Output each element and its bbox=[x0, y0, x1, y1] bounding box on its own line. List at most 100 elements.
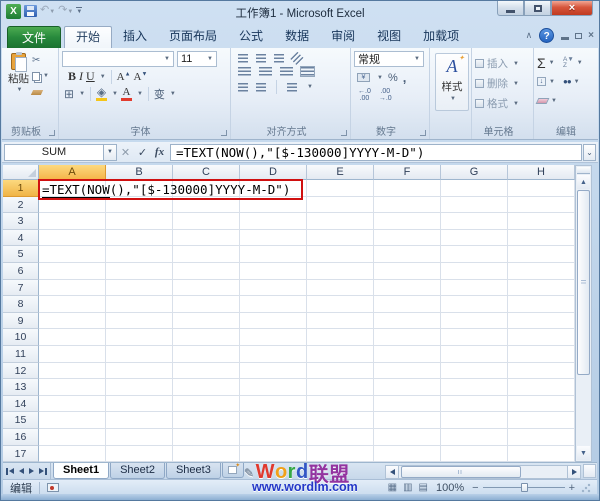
cell-D4[interactable] bbox=[240, 229, 307, 247]
zoom-in-icon[interactable]: + bbox=[569, 482, 575, 493]
bottom-align-icon[interactable] bbox=[274, 54, 284, 63]
cell-H1[interactable] bbox=[508, 180, 575, 197]
cell-A8[interactable] bbox=[39, 296, 106, 313]
cell-H8[interactable] bbox=[508, 296, 575, 313]
name-box-dropdown-icon[interactable]: ▼ bbox=[104, 143, 117, 161]
cell-H14[interactable] bbox=[508, 395, 575, 413]
cell-G5[interactable] bbox=[441, 246, 508, 263]
column-header-E[interactable]: E bbox=[307, 165, 374, 180]
cell-H4[interactable] bbox=[508, 229, 575, 247]
row-header-7[interactable]: 7 bbox=[3, 279, 39, 297]
cell-C9[interactable] bbox=[173, 312, 240, 330]
cell-C6[interactable] bbox=[173, 262, 240, 280]
cell-E7[interactable] bbox=[307, 279, 374, 297]
cell-F11[interactable] bbox=[374, 345, 441, 363]
underline-button[interactable]: U bbox=[86, 69, 95, 84]
cell-styles-button[interactable]: A 样式 ▼ bbox=[435, 53, 469, 111]
cell-E1[interactable] bbox=[307, 180, 374, 197]
ribbon-tab-view[interactable]: 视图 bbox=[366, 26, 412, 48]
cell-G6[interactable] bbox=[441, 262, 508, 280]
fill-button[interactable]: ↓ ▼ bbox=[537, 72, 563, 91]
orientation-icon[interactable] bbox=[290, 51, 304, 66]
ribbon-tab-page-layout[interactable]: 页面布局 bbox=[158, 26, 228, 48]
cell-E3[interactable] bbox=[307, 213, 374, 230]
cell-H17[interactable] bbox=[508, 445, 575, 462]
cell-C13[interactable] bbox=[173, 379, 240, 396]
row-header-3[interactable]: 3 bbox=[3, 213, 39, 230]
row-header-10[interactable]: 10 bbox=[3, 329, 39, 346]
row-header-5[interactable]: 5 bbox=[3, 246, 39, 263]
cell-B16[interactable] bbox=[106, 428, 173, 446]
cell-D9[interactable] bbox=[240, 312, 307, 330]
column-header-D[interactable]: D bbox=[240, 165, 307, 180]
expand-formula-bar-icon[interactable]: ⌄ bbox=[583, 143, 596, 161]
workbook-close-icon[interactable]: × bbox=[588, 30, 594, 41]
file-tab[interactable]: 文件 bbox=[7, 26, 61, 48]
percent-style-button[interactable]: % bbox=[388, 72, 398, 84]
row-header-15[interactable]: 15 bbox=[3, 412, 39, 429]
clipboard-dialog-launcher[interactable] bbox=[49, 130, 55, 136]
column-header-H[interactable]: H bbox=[508, 165, 575, 180]
row-header-14[interactable]: 14 bbox=[3, 395, 39, 413]
row-header-11[interactable]: 11 bbox=[3, 345, 39, 363]
cell-D13[interactable] bbox=[240, 379, 307, 396]
cell-F10[interactable] bbox=[374, 329, 441, 346]
ribbon-tab-data[interactable]: 数据 bbox=[274, 26, 320, 48]
scroll-up-icon[interactable]: ▲ bbox=[577, 175, 590, 189]
cell-F7[interactable] bbox=[374, 279, 441, 297]
row-header-1[interactable]: 1 bbox=[3, 180, 39, 197]
cell-H16[interactable] bbox=[508, 428, 575, 446]
cell-B10[interactable] bbox=[106, 329, 173, 346]
cell-D7[interactable] bbox=[240, 279, 307, 297]
column-header-G[interactable]: G bbox=[441, 165, 508, 180]
cell-B14[interactable] bbox=[106, 395, 173, 413]
bold-button[interactable]: B bbox=[68, 69, 76, 84]
cell-C11[interactable] bbox=[173, 345, 240, 363]
cell-G4[interactable] bbox=[441, 229, 508, 247]
row-header-9[interactable]: 9 bbox=[3, 312, 39, 330]
cell-E8[interactable] bbox=[307, 296, 374, 313]
cell-H7[interactable] bbox=[508, 279, 575, 297]
cell-A7[interactable] bbox=[39, 279, 106, 297]
last-sheet-icon[interactable] bbox=[39, 467, 47, 475]
cell-F13[interactable] bbox=[374, 379, 441, 396]
alignment-dialog-launcher[interactable] bbox=[341, 130, 347, 136]
page-layout-view-icon[interactable]: ▥ bbox=[403, 482, 412, 493]
cell-A6[interactable] bbox=[39, 262, 106, 280]
cell-F6[interactable] bbox=[374, 262, 441, 280]
tab-split-handle[interactable] bbox=[583, 464, 596, 478]
comma-style-button[interactable]: , bbox=[403, 70, 407, 85]
cell-H2[interactable] bbox=[508, 196, 575, 214]
cell-G3[interactable] bbox=[441, 213, 508, 230]
cell-E12[interactable] bbox=[307, 362, 374, 380]
cell-F2[interactable] bbox=[374, 196, 441, 214]
format-painter-button[interactable] bbox=[30, 85, 49, 99]
sheet-tab-sheet1[interactable]: Sheet1 bbox=[53, 463, 110, 479]
name-box[interactable]: SUM bbox=[4, 143, 104, 161]
cell-G7[interactable] bbox=[441, 279, 508, 297]
cell-D8[interactable] bbox=[240, 296, 307, 313]
cell-D16[interactable] bbox=[240, 428, 307, 446]
row-header-16[interactable]: 16 bbox=[3, 428, 39, 446]
cell-E16[interactable] bbox=[307, 428, 374, 446]
cell-F1[interactable] bbox=[374, 180, 441, 197]
cut-button[interactable]: ✂ bbox=[32, 53, 49, 67]
top-align-icon[interactable] bbox=[238, 54, 248, 63]
zoom-slider-track[interactable] bbox=[482, 483, 565, 492]
font-color-button[interactable]: A bbox=[120, 86, 132, 101]
wrap-text-icon[interactable] bbox=[287, 82, 297, 92]
borders-icon[interactable]: ⊞ bbox=[64, 88, 74, 100]
formula-input[interactable]: =TEXT(NOW(),"[$-130000]YYYY-M-D") bbox=[170, 143, 582, 161]
close-button[interactable]: × bbox=[551, 1, 593, 16]
cell-D10[interactable] bbox=[240, 329, 307, 346]
font-dialog-launcher[interactable] bbox=[221, 130, 227, 136]
cell-H12[interactable] bbox=[508, 362, 575, 380]
cell-D3[interactable] bbox=[240, 213, 307, 230]
scroll-right-icon[interactable] bbox=[567, 464, 581, 479]
decrease-decimal-button[interactable]: .00 →.0 bbox=[379, 88, 392, 102]
resize-grip[interactable] bbox=[581, 482, 591, 493]
row-header-13[interactable]: 13 bbox=[3, 379, 39, 396]
cell-C17[interactable] bbox=[173, 445, 240, 462]
cell-G1[interactable] bbox=[441, 180, 508, 197]
cell-A15[interactable] bbox=[39, 412, 106, 429]
